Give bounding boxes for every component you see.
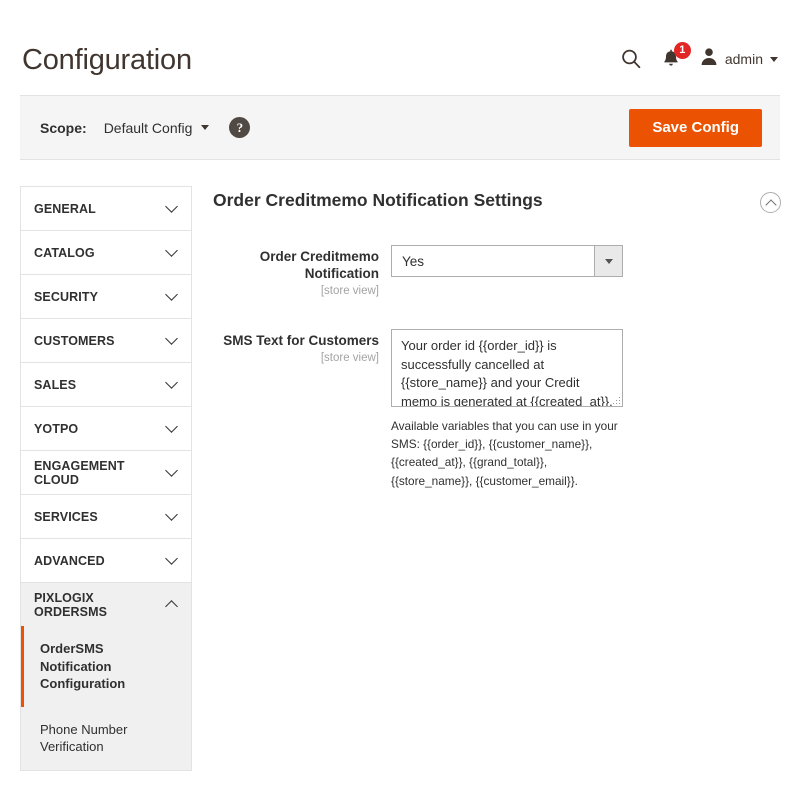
user-avatar-icon xyxy=(700,47,718,71)
field-label-text: Order Creditmemo Notification xyxy=(259,249,379,281)
select-value: Yes xyxy=(402,253,425,269)
sidebar-section-security: SECURITY xyxy=(20,274,192,318)
chevron-down-icon xyxy=(165,332,178,345)
sidebar-item-label: SALES xyxy=(34,377,77,392)
sidebar-item-label: ENGAGEMENT CLOUD xyxy=(34,458,125,487)
sidebar-item-sales[interactable]: SALES xyxy=(21,363,191,406)
order-creditmemo-notification-select[interactable]: Yes xyxy=(391,245,623,277)
sidebar-item-label: ADVANCED xyxy=(34,553,105,568)
chevron-up-icon xyxy=(165,599,178,613)
configuration-page: Configuration 1 admin Scope: Default Con… xyxy=(0,0,800,800)
sidebar-section-engagement-cloud: ENGAGEMENT CLOUD xyxy=(20,450,192,494)
configuration-sidebar: GENERAL CATALOG SECURITY CUSTOMERS SALES… xyxy=(20,186,192,771)
admin-username: admin xyxy=(724,51,763,67)
field-label: Order Creditmemo Notification [store vie… xyxy=(213,245,391,297)
chevron-down-icon xyxy=(165,376,178,389)
question-mark-icon[interactable]: ? xyxy=(229,117,251,138)
field-control: Your order id {{order_id}} is successful… xyxy=(391,328,781,490)
sidebar-section-sales: SALES xyxy=(20,362,192,406)
sidebar-item-advanced[interactable]: ADVANCED xyxy=(21,539,191,582)
sidebar-section-customers: CUSTOMERS xyxy=(20,318,192,362)
sidebar-section-advanced: ADVANCED xyxy=(20,538,192,582)
sidebar-item-pixlogix-ordersms[interactable]: PIXLOGIX ORDERSMS xyxy=(21,583,191,626)
page-header: Configuration 1 admin xyxy=(0,0,800,92)
save-config-button[interactable]: Save Config xyxy=(629,108,762,147)
sidebar-item-general[interactable]: GENERAL xyxy=(21,187,191,230)
field-label-text: SMS Text for Customers xyxy=(223,332,379,348)
bell-wrap: 1 xyxy=(660,42,691,70)
sidebar-item-security[interactable]: SECURITY xyxy=(21,275,191,318)
scope-selector[interactable]: Default Config xyxy=(104,120,210,136)
scope-label: Scope: xyxy=(40,119,87,136)
section-header[interactable]: Order Creditmemo Notification Settings xyxy=(213,190,781,213)
chevron-down-icon[interactable] xyxy=(594,246,622,276)
field-scope-hint: [store view] xyxy=(320,351,379,364)
page-title: Configuration xyxy=(22,44,192,76)
sidebar-item-engagement-cloud[interactable]: ENGAGEMENT CLOUD xyxy=(21,451,191,494)
chevron-down-icon xyxy=(201,125,210,130)
sidebar-item-phone-number-verification[interactable]: Phone Number Verification xyxy=(21,707,191,770)
field-label: SMS Text for Customers [store view] xyxy=(213,329,391,490)
chevron-down-icon xyxy=(165,508,178,521)
sidebar-item-label: SERVICES xyxy=(34,509,98,524)
sidebar-item-label: YOTPO xyxy=(34,421,79,436)
sidebar-item-catalog[interactable]: CATALOG xyxy=(21,231,191,274)
header-actions: 1 admin xyxy=(620,42,778,72)
admin-user-menu[interactable]: admin xyxy=(700,47,778,71)
sidebar-item-yotpo[interactable]: YOTPO xyxy=(21,407,191,450)
sidebar-item-label: CATALOG xyxy=(34,245,95,260)
sms-text-helper-note: Available variables that you can use in … xyxy=(391,418,618,488)
sidebar-subitems: OrderSMS Notification Configuration Phon… xyxy=(21,626,191,770)
sidebar-item-customers[interactable]: CUSTOMERS xyxy=(21,319,191,362)
sms-text-textarea[interactable]: Your order id {{order_id}} is successful… xyxy=(391,328,623,407)
sidebar-item-services[interactable]: SERVICES xyxy=(21,495,191,538)
scope-value: Default Config xyxy=(103,119,193,136)
notification-bell-icon[interactable]: 1 xyxy=(660,42,691,70)
sidebar-section-services: SERVICES xyxy=(20,494,192,538)
chevron-down-icon xyxy=(165,288,178,301)
search-icon[interactable] xyxy=(620,48,642,70)
chevron-down-icon xyxy=(165,464,178,477)
sidebar-item-label: GENERAL xyxy=(34,201,96,216)
chevron-down-icon xyxy=(165,420,178,433)
chevron-down-icon xyxy=(165,200,178,213)
sidebar-item-ordersms-notification-configuration[interactable]: OrderSMS Notification Configuration xyxy=(21,626,191,707)
sidebar-section-yotpo: YOTPO xyxy=(20,406,192,450)
chevron-down-icon xyxy=(165,244,178,257)
sidebar-item-label: SECURITY xyxy=(34,289,99,304)
field-control: Yes xyxy=(391,245,781,297)
sidebar-section-catalog: CATALOG xyxy=(20,230,192,274)
sidebar-section-pixlogix-ordersms: PIXLOGIX ORDERSMS OrderSMS Notification … xyxy=(20,582,192,771)
settings-content: Order Creditmemo Notification Settings O… xyxy=(213,190,781,490)
chevron-down-icon xyxy=(770,56,778,62)
sidebar-item-label: CUSTOMERS xyxy=(34,333,115,348)
scope-bar: Scope: Default Config ? Save Config xyxy=(20,95,780,160)
sidebar-section-general: GENERAL xyxy=(20,186,192,230)
field-sms-text-for-customers: SMS Text for Customers [store view] Your… xyxy=(213,328,781,490)
notification-count-badge: 1 xyxy=(673,42,691,59)
section-title: Order Creditmemo Notification Settings xyxy=(213,190,543,210)
chevron-up-circle-icon[interactable] xyxy=(760,192,781,213)
field-scope-hint: [store view] xyxy=(320,284,379,297)
field-order-creditmemo-notification: Order Creditmemo Notification [store vie… xyxy=(213,245,781,297)
sidebar-item-label: PIXLOGIX ORDERSMS xyxy=(34,590,108,619)
chevron-down-icon xyxy=(165,552,178,565)
